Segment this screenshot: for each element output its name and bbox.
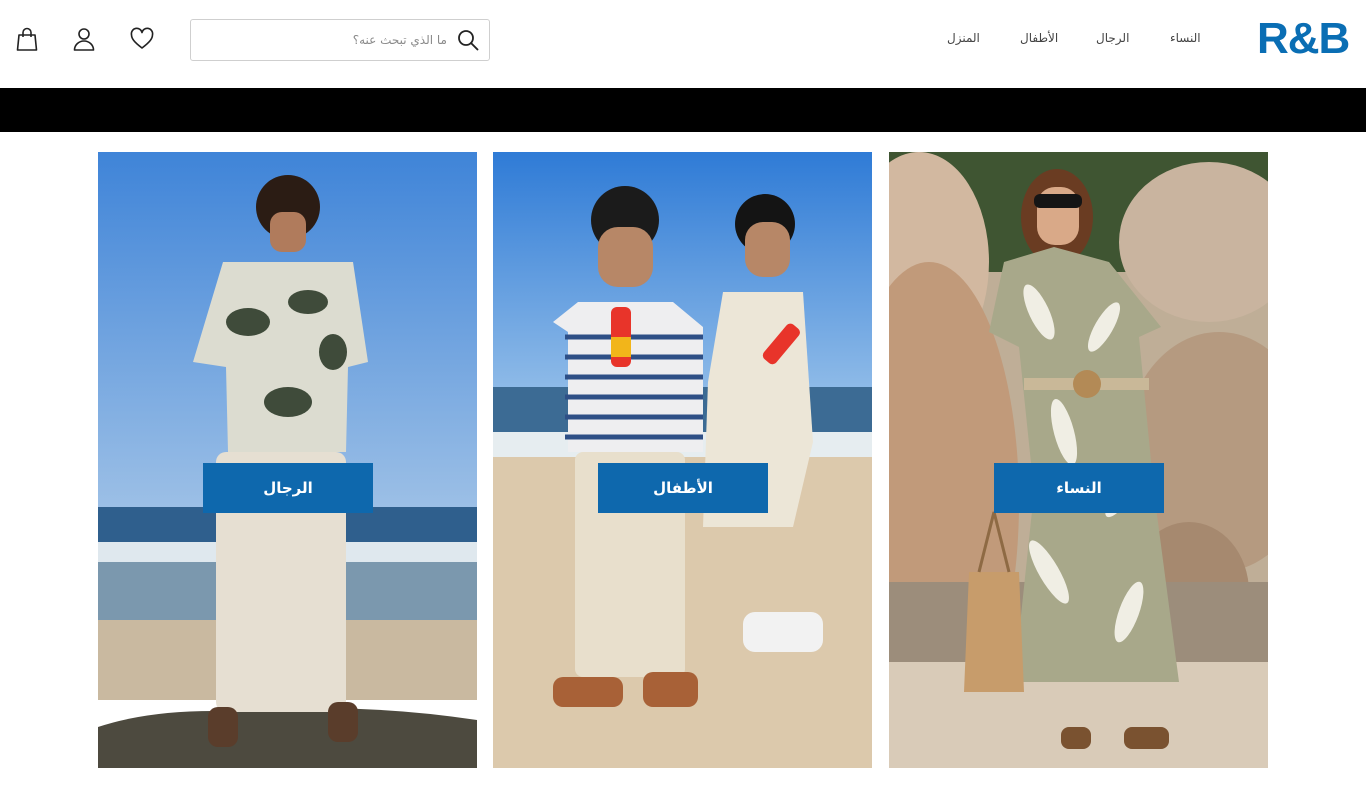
nav-link-women[interactable]: النساء: [1170, 31, 1201, 45]
category-card-men[interactable]: الرجال: [98, 152, 477, 768]
nav-link-home[interactable]: المنزل: [947, 31, 980, 45]
search-bar: [190, 19, 490, 61]
nav-link-kids[interactable]: الأطفال: [1020, 31, 1058, 45]
category-card-kids[interactable]: الأطفال: [493, 152, 872, 768]
kids-category-photo: [493, 152, 872, 768]
search-input[interactable]: [197, 26, 447, 54]
brand-logo[interactable]: R&B: [1257, 14, 1355, 64]
shopping-bag-icon[interactable]: [12, 24, 42, 54]
men-category-photo: [98, 152, 477, 768]
site-header: المنزل الأطفال الرجال النساء R&B: [0, 0, 1366, 88]
heart-icon[interactable]: [127, 24, 157, 54]
promo-banner: [0, 88, 1366, 132]
women-category-photo: [889, 152, 1268, 768]
category-card-women[interactable]: النساء: [889, 152, 1268, 768]
user-icon[interactable]: [69, 24, 99, 54]
search-icon[interactable]: [457, 29, 479, 51]
shop-women-button[interactable]: النساء: [994, 463, 1164, 513]
nav-link-men[interactable]: الرجال: [1096, 31, 1129, 45]
shop-kids-button[interactable]: الأطفال: [598, 463, 768, 513]
shop-men-button[interactable]: الرجال: [203, 463, 373, 513]
